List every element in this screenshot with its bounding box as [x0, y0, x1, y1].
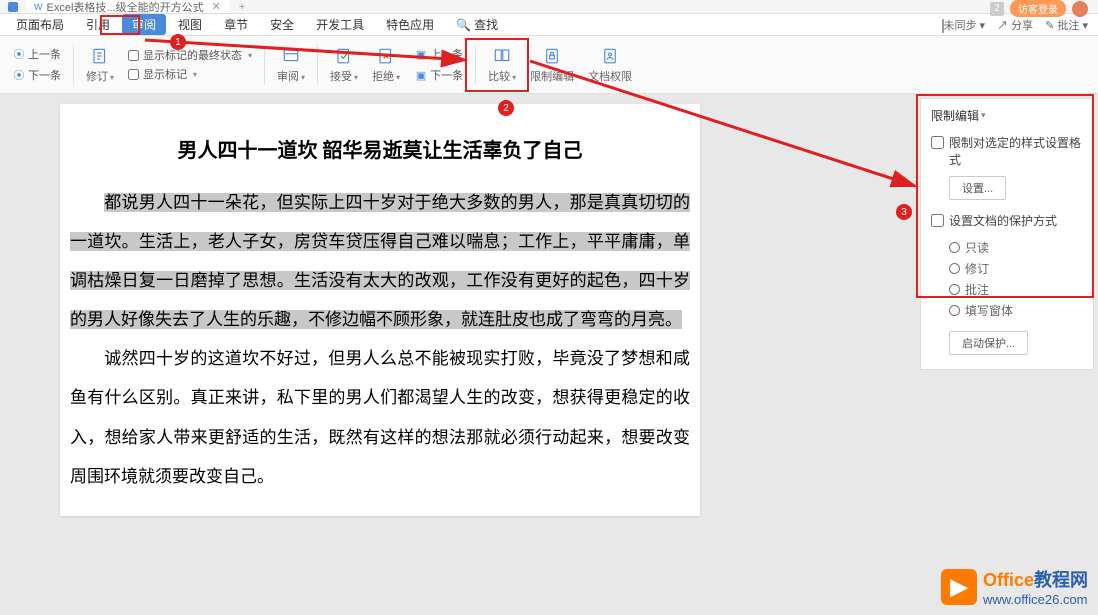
tab-title: Excel表格技...级全能的开方公式 [47, 0, 204, 15]
annotation-num-3: 3 [896, 204, 912, 220]
annotation-num-2: 2 [498, 100, 514, 116]
menu-special[interactable]: 特色应用 [376, 14, 444, 35]
reject-button[interactable]: 拒绝▾ [366, 42, 406, 88]
restrict-icon [542, 46, 562, 66]
notification-badge[interactable]: 2 [990, 2, 1004, 16]
accept-button[interactable]: 接受▾ [324, 42, 364, 88]
annotation-box-2 [465, 38, 529, 92]
prev-change[interactable]: ▣上一条 [414, 45, 463, 63]
revise-button[interactable]: 修订▾ [80, 42, 120, 88]
next-comment-small[interactable]: ⦿下一条 [12, 66, 61, 84]
avatar[interactable] [1072, 1, 1088, 17]
new-tab-button[interactable]: + [229, 1, 255, 13]
up-icon: ▣ [414, 47, 428, 61]
menu-security[interactable]: 安全 [260, 14, 304, 35]
watermark-logo-icon: ▶ [941, 569, 977, 605]
reject-icon [376, 46, 396, 66]
show-marks-check[interactable]: 显示标记▾ [128, 66, 252, 82]
menu-search[interactable]: 🔍查找 [446, 14, 508, 35]
paragraph-2[interactable]: 诚然四十岁的这道坎不好过，但男人么总不能被现实打败，毕竟没了梦想和咸鱼有什么区别… [70, 339, 690, 495]
accept-icon [334, 46, 354, 66]
document-page: 男人四十一道坎 韶华易逝莫让生活辜负了自己 都说男人四十一朵花，但实际上四十岁对… [60, 104, 700, 516]
document-title: 男人四十一道坎 韶华易逝莫让生活辜负了自己 [70, 134, 690, 163]
annotate-button[interactable]: ✎ 批注 ▾ [1045, 17, 1088, 33]
down-icon: ▣ [414, 68, 428, 82]
guest-login-button[interactable]: 访客登录 [1010, 0, 1066, 17]
review-icon [281, 46, 301, 66]
permission-icon [600, 46, 620, 66]
prev-icon: ⦿ [12, 47, 26, 61]
next-change[interactable]: ▣下一条 [414, 66, 463, 84]
menu-page-layout[interactable]: 页面布局 [6, 14, 74, 35]
sync-status[interactable]: 未同步 ▾ [942, 17, 986, 33]
revise-icon [90, 46, 110, 66]
home-tab[interactable] [0, 0, 26, 13]
watermark-title: Office教程网 [983, 566, 1088, 592]
doc-permission-button[interactable]: 文档权限 [582, 42, 638, 88]
annotation-box-1 [100, 15, 140, 35]
watermark-url: www.office26.com [983, 592, 1088, 607]
annotation-box-3 [916, 94, 1094, 298]
watermark: ▶ Office教程网 www.office26.com [941, 566, 1088, 607]
annotation-num-1: 1 [170, 34, 186, 50]
share-button[interactable]: ↗ 分享 [997, 17, 1033, 33]
review-pane-button[interactable]: 审阅▾ [271, 42, 311, 88]
radio-form[interactable]: 填写窗体 [949, 300, 1083, 321]
document-tab[interactable]: W Excel表格技...级全能的开方公式 ✕ [26, 0, 229, 13]
paragraph-1[interactable]: 都说男人四十一朵花，但实际上四十岁对于绝大多数的男人，那是真真切切的一道坎。生活… [70, 183, 690, 339]
show-final-check[interactable]: 显示标记的最终状态▾ [128, 47, 252, 63]
menu-view[interactable]: 视图 [168, 14, 212, 35]
prev-comment-small[interactable]: ⦿上一条 [12, 45, 61, 63]
menu-chapter[interactable]: 章节 [214, 14, 258, 35]
menu-devtools[interactable]: 开发工具 [306, 14, 374, 35]
next-icon: ⦿ [12, 68, 26, 82]
restrict-edit-button[interactable]: 限制编辑 [524, 42, 580, 88]
start-protect-button[interactable]: 启动保护... [949, 331, 1028, 355]
